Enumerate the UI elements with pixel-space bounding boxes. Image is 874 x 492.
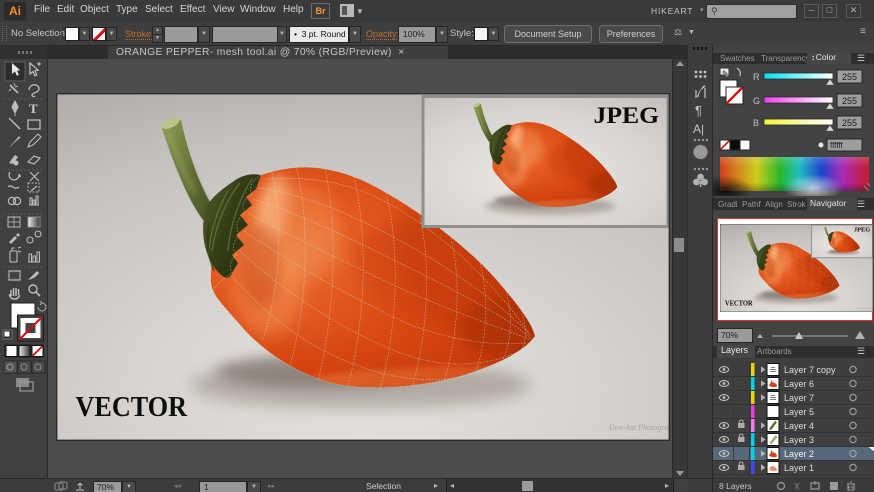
svg-text:255: 255 [842,118,857,128]
svg-text:ffffff: ffffff [830,141,843,150]
svg-text:Layer 7 copy: Layer 7 copy [784,365,836,375]
svg-text:A|: A| [693,122,704,136]
svg-text:255: 255 [842,96,857,106]
svg-text:G: G [753,96,760,106]
svg-text:T: T [29,101,38,116]
svg-text:255: 255 [842,72,857,82]
svg-text:R: R [753,72,760,82]
svg-text:Layer 1: Layer 1 [784,463,814,473]
svg-text:Layer 2: Layer 2 [784,449,814,459]
svg-text:Layer 5: Layer 5 [784,407,814,417]
svg-text:Layer 4: Layer 4 [784,421,814,431]
svg-text:Layer 3: Layer 3 [784,435,814,445]
svg-text:¶: ¶ [695,103,702,118]
svg-text:Layer 6: Layer 6 [784,379,814,389]
svg-text:Layer 7: Layer 7 [784,393,814,403]
svg-text:B: B [753,118,759,128]
